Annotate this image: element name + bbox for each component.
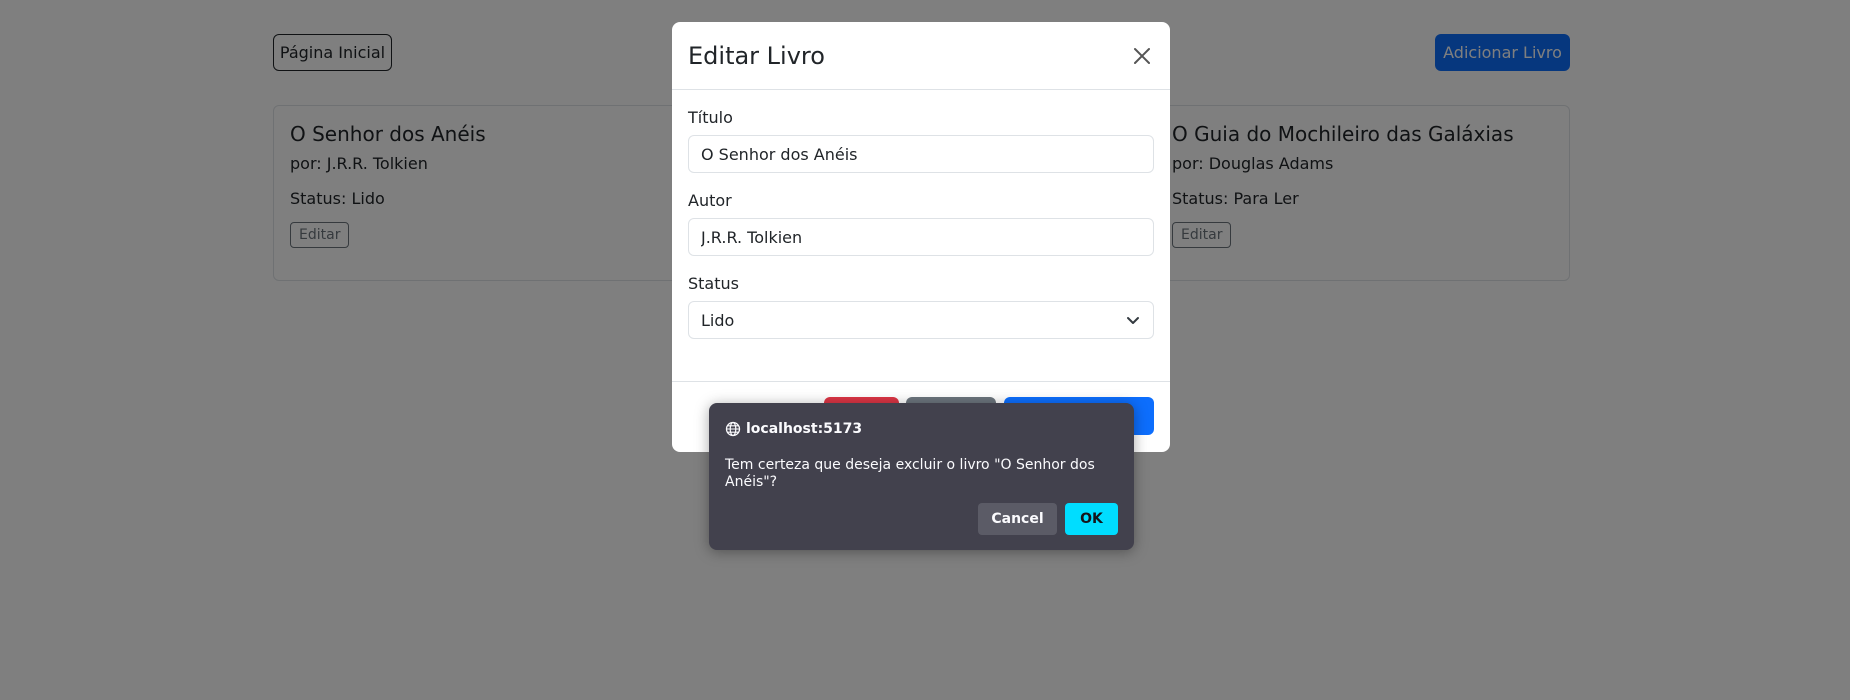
dialog-origin-text: localhost:5173 [746, 421, 863, 437]
status-select[interactable]: Lido [688, 301, 1154, 339]
title-label: Título [688, 108, 733, 127]
confirm-dialog: localhost:5173 Tem certeza que deseja ex… [709, 403, 1134, 550]
author-field[interactable] [688, 218, 1154, 256]
dialog-origin: localhost:5173 [725, 419, 1118, 439]
chevron-down-icon [1127, 317, 1139, 324]
edit-book-modal: Editar Livro Título Autor Status Lido [672, 22, 1170, 452]
globe-icon [725, 421, 741, 437]
modal-header: Editar Livro [672, 22, 1170, 90]
title-form-group: Título [688, 108, 1154, 173]
author-form-group: Autor [688, 191, 1154, 256]
dialog-message: Tem certeza que deseja excluir o livro "… [725, 457, 1095, 490]
status-label: Status [688, 274, 739, 293]
close-icon[interactable] [1130, 44, 1154, 68]
modal-title: Editar Livro [688, 41, 825, 70]
dialog-actions: Cancel OK [978, 503, 1118, 535]
modal-body: Título Autor Status Lido [672, 90, 1170, 339]
status-select-value: Lido [701, 310, 735, 330]
dialog-ok-button[interactable]: OK [1065, 503, 1118, 535]
title-field[interactable] [688, 135, 1154, 173]
status-form-group: Status Lido [688, 274, 1154, 339]
author-label: Autor [688, 191, 732, 210]
dialog-cancel-button[interactable]: Cancel [978, 503, 1057, 535]
